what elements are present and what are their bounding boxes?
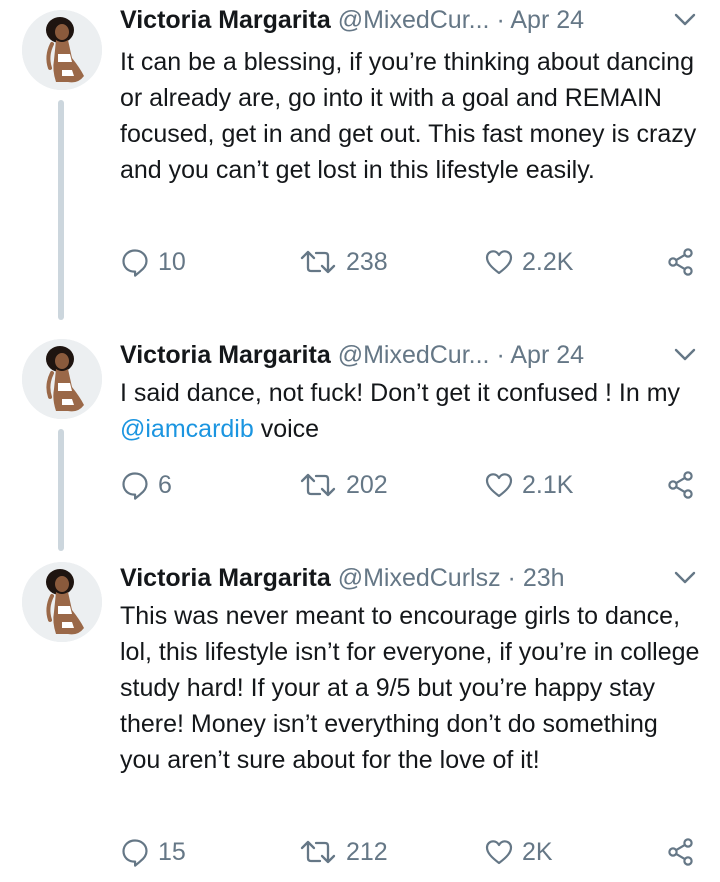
- author-handle[interactable]: @MixedCur...: [338, 341, 490, 369]
- retweet-count: 212: [346, 837, 388, 866]
- tweet-timestamp[interactable]: Apr 24: [510, 6, 584, 34]
- author-name[interactable]: Victoria Margarita: [120, 6, 331, 34]
- author-name[interactable]: Victoria Margarita: [120, 564, 331, 592]
- share-icon: [666, 470, 696, 500]
- like-button[interactable]: 2.1K: [484, 465, 573, 505]
- share-button[interactable]: [666, 832, 704, 872]
- tweet-text: This was never meant to encourage girls …: [120, 602, 700, 774]
- retweet-button[interactable]: 238: [298, 242, 388, 282]
- tweet-timestamp[interactable]: Apr 24: [510, 341, 584, 369]
- tweet[interactable]: Victoria Margarita @MixedCur... · Apr 24…: [0, 0, 720, 325]
- author-handle[interactable]: @MixedCurlsz: [338, 564, 501, 592]
- author-name[interactable]: Victoria Margarita: [120, 341, 331, 369]
- tweet-header: Victoria Margarita @MixedCur... · Apr 24: [120, 337, 700, 377]
- heart-icon: [484, 837, 514, 867]
- reply-count: 6: [158, 470, 172, 499]
- tweet-actions: 6 202 2.1K: [120, 465, 720, 505]
- heart-icon: [484, 470, 514, 500]
- avatar[interactable]: [22, 10, 102, 90]
- like-count: 2K: [522, 837, 553, 866]
- reply-count: 15: [158, 837, 186, 866]
- reply-icon: [120, 247, 150, 277]
- chevron-down-icon[interactable]: [668, 337, 702, 373]
- tweet-text-end: voice: [253, 415, 320, 443]
- chevron-down-icon[interactable]: [668, 560, 702, 596]
- like-count: 2.1K: [522, 470, 574, 499]
- retweet-count: 238: [346, 247, 388, 276]
- share-button[interactable]: [666, 465, 704, 505]
- reply-count: 10: [158, 247, 186, 276]
- share-icon: [666, 247, 696, 277]
- like-button[interactable]: 2.2K: [484, 242, 573, 282]
- share-button[interactable]: [666, 242, 704, 282]
- tweet-header: Victoria Margarita @MixedCur... · Apr 24: [120, 2, 700, 42]
- tweet-timestamp[interactable]: 23h: [523, 564, 565, 592]
- tweet[interactable]: Victoria Margarita @MixedCur... · Apr 24…: [0, 335, 720, 551]
- retweet-button[interactable]: 212: [298, 832, 388, 872]
- retweet-button[interactable]: 202: [298, 465, 388, 505]
- thread-line: [58, 429, 64, 551]
- reply-button[interactable]: 15: [120, 832, 186, 872]
- like-button[interactable]: 2K: [484, 832, 553, 872]
- heart-icon: [484, 247, 514, 277]
- avatar[interactable]: [22, 562, 102, 642]
- share-icon: [666, 837, 696, 867]
- tweet-actions: 15 212 2K: [120, 832, 720, 872]
- tweet-actions: 10 238 2.2K: [120, 242, 720, 282]
- separator-dot: ·: [507, 564, 516, 592]
- chevron-down-icon[interactable]: [668, 2, 702, 38]
- tweet-text-start: I said dance, not fuck! Don’t get it con…: [120, 379, 681, 407]
- separator-dot: ·: [496, 6, 505, 34]
- reply-icon: [120, 837, 150, 867]
- separator-dot: ·: [496, 341, 505, 369]
- retweet-icon: [298, 837, 338, 867]
- reply-button[interactable]: 10: [120, 242, 186, 282]
- thread-line: [58, 100, 64, 320]
- mention-link[interactable]: @iamcardib: [120, 415, 254, 443]
- author-handle[interactable]: @MixedCur...: [338, 6, 490, 34]
- tweet-text: I said dance, not fuck! Don’t get it con…: [120, 375, 705, 447]
- tweet-text: It can be a blessing, if you’re thinking…: [120, 48, 697, 184]
- tweet[interactable]: Victoria Margarita @MixedCurlsz · 23h Th…: [0, 558, 720, 882]
- like-count: 2.2K: [522, 247, 574, 276]
- retweet-icon: [298, 470, 338, 500]
- retweet-icon: [298, 247, 338, 277]
- reply-icon: [120, 470, 150, 500]
- tweet-header: Victoria Margarita @MixedCurlsz · 23h: [120, 560, 700, 600]
- reply-button[interactable]: 6: [120, 465, 172, 505]
- retweet-count: 202: [346, 470, 388, 499]
- avatar[interactable]: [22, 339, 102, 419]
